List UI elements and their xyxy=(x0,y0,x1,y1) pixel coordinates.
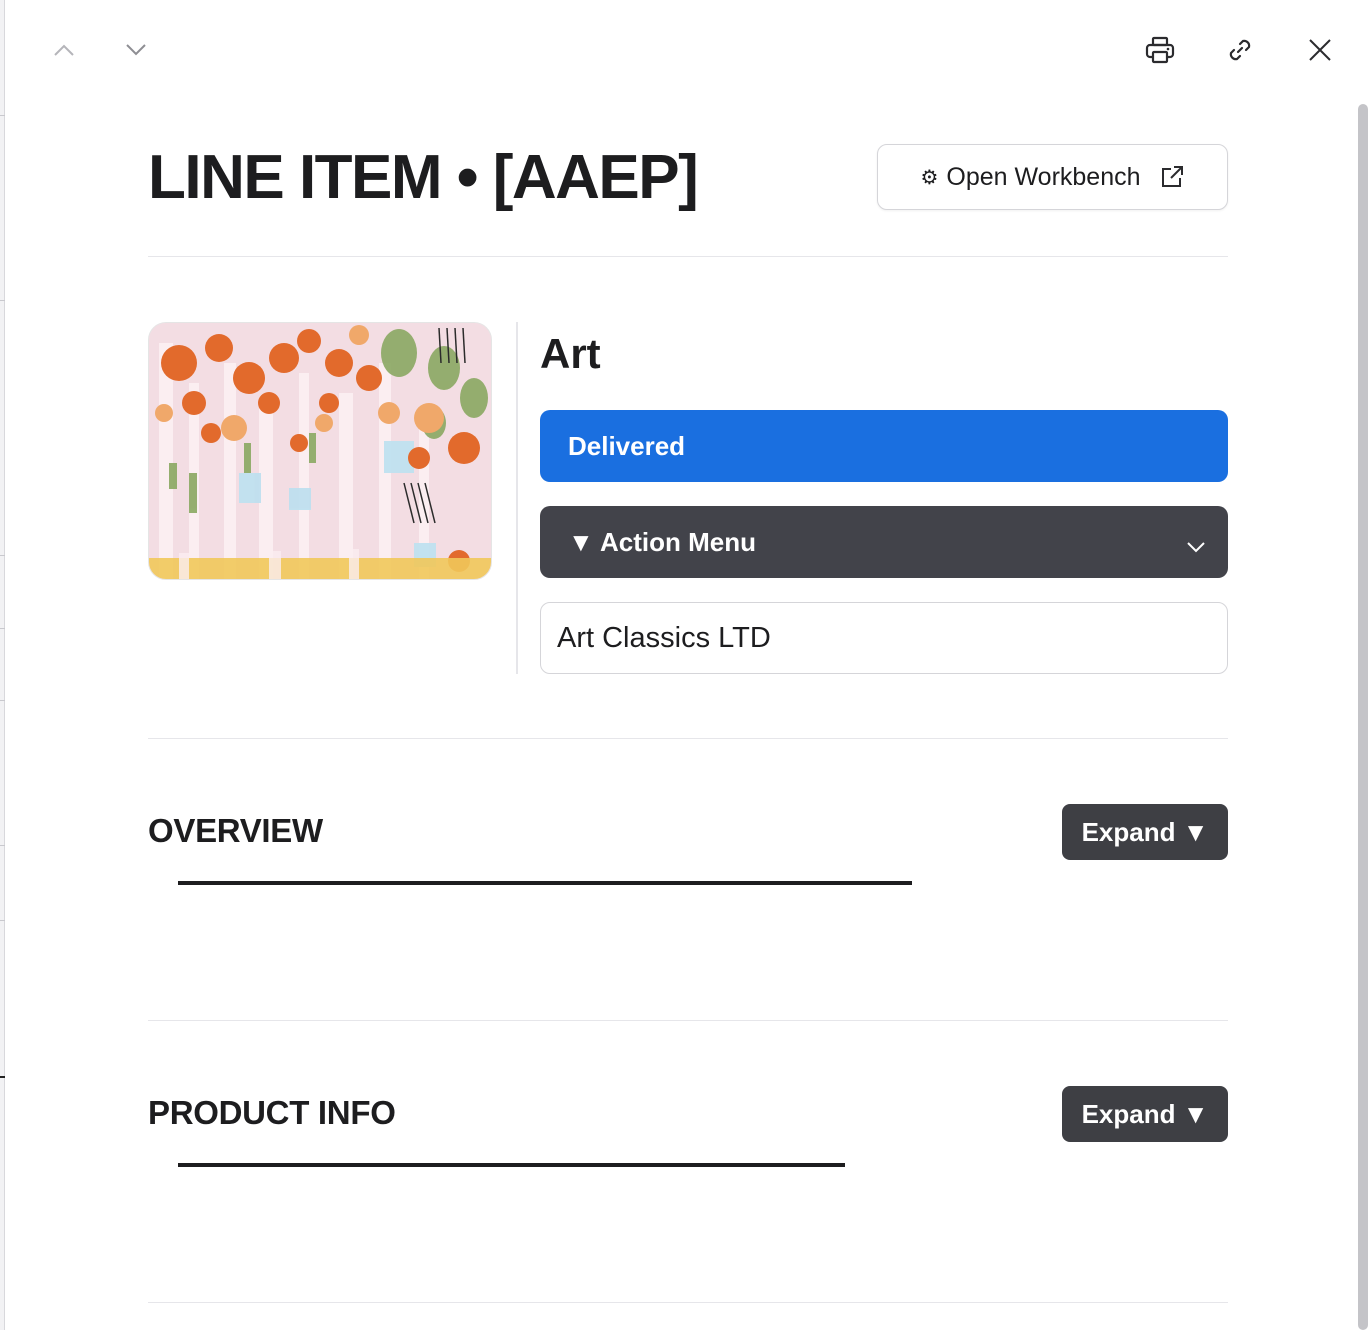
external-link-icon xyxy=(1159,164,1185,190)
section-divider xyxy=(148,738,1228,739)
link-icon[interactable] xyxy=(1220,30,1260,70)
edge-divider xyxy=(0,115,5,116)
vendor-field[interactable]: Art Classics LTD xyxy=(540,602,1228,674)
overview-underline xyxy=(178,881,912,885)
edge-divider xyxy=(0,700,5,701)
overview-expand-button[interactable]: Expand ▼ xyxy=(1062,804,1228,860)
page-title: LINE ITEM • [AAEP] xyxy=(148,143,699,212)
product-info-title: PRODUCT INFO xyxy=(148,1094,396,1131)
header-divider xyxy=(148,256,1228,257)
edge-divider xyxy=(0,845,5,846)
vertical-divider xyxy=(516,322,518,674)
header: LINE ITEM • [AAEP] ⚙ Open Workbench xyxy=(148,140,1228,220)
status-button[interactable]: Delivered xyxy=(540,410,1228,482)
edge-divider xyxy=(0,300,5,301)
chevron-down-icon[interactable] xyxy=(116,30,156,70)
overview-title: OVERVIEW xyxy=(148,812,323,849)
left-panel-edge xyxy=(0,0,5,1330)
chevron-down-icon xyxy=(1186,530,1206,561)
close-icon[interactable] xyxy=(1300,30,1340,70)
open-workbench-label: Open Workbench xyxy=(946,162,1141,191)
edge-divider xyxy=(0,1076,5,1078)
edge-divider xyxy=(0,628,5,629)
action-menu-dropdown[interactable]: ▼ Action Menu xyxy=(540,506,1228,578)
gear-icon: ⚙ xyxy=(920,166,939,189)
product-image xyxy=(148,322,492,580)
section-divider xyxy=(148,1020,1228,1021)
section-divider xyxy=(148,1302,1228,1303)
edge-divider xyxy=(0,555,5,556)
product-info-expand-button[interactable]: Expand ▼ xyxy=(1062,1086,1228,1142)
chevron-up-icon[interactable] xyxy=(44,30,84,70)
action-menu-label: ▼ Action Menu xyxy=(568,526,756,557)
product-info-underline xyxy=(178,1163,845,1167)
scrollbar-thumb[interactable] xyxy=(1358,104,1368,1330)
item-title: Art xyxy=(540,330,601,377)
open-workbench-button[interactable]: ⚙ Open Workbench xyxy=(877,144,1228,210)
edge-divider xyxy=(0,920,5,921)
printer-icon[interactable] xyxy=(1140,30,1180,70)
